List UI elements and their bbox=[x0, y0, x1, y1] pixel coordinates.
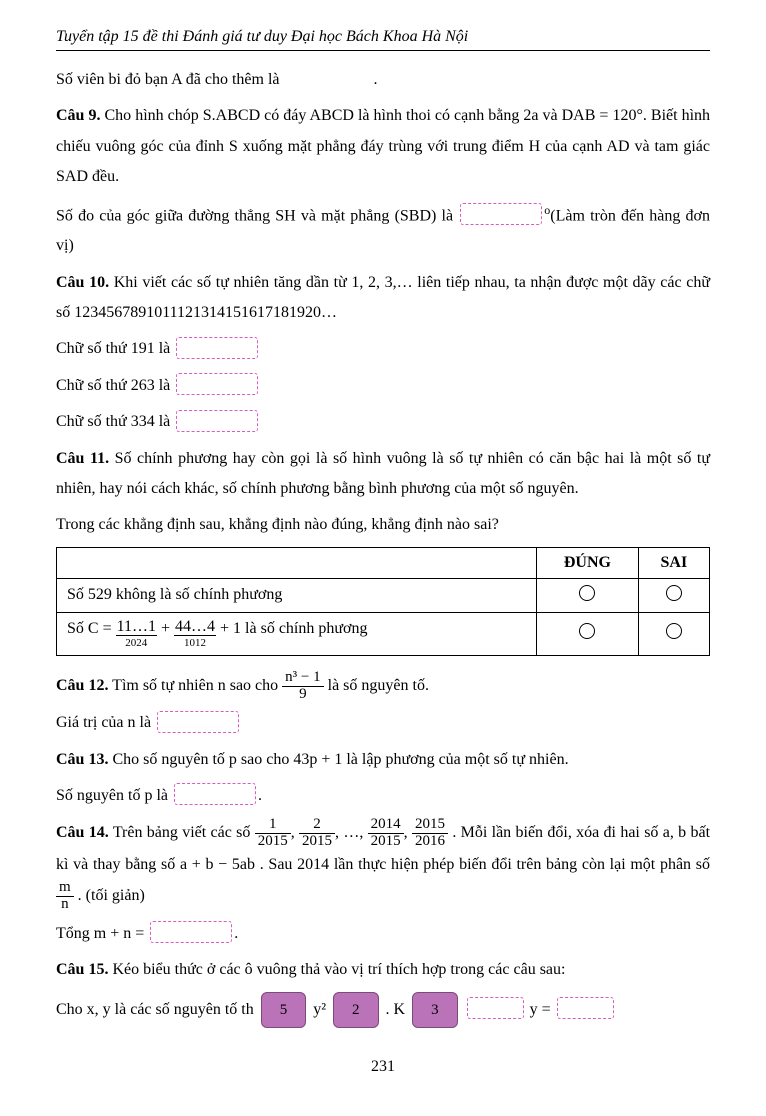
q10-r3: Chữ số thứ 334 là bbox=[56, 407, 710, 437]
q13-para2: Số nguyên tố p là . bbox=[56, 781, 710, 811]
q14-f3n: 2014 bbox=[368, 817, 404, 834]
q12-label: Câu 12. bbox=[56, 677, 108, 694]
q14-dots: , …, bbox=[335, 824, 368, 841]
q14-f4n: 2015 bbox=[412, 817, 448, 834]
q10-r2: Chữ số thứ 263 là bbox=[56, 371, 710, 401]
q11-row2-plus: + bbox=[157, 620, 174, 637]
header-rule bbox=[56, 50, 710, 51]
q15-blank1[interactable] bbox=[467, 997, 524, 1019]
q9-s1a: Cho hình chóp S.ABCD có đáy ABCD là hình… bbox=[100, 107, 561, 124]
q15-s2d: y = bbox=[530, 1001, 555, 1018]
radio-false-1[interactable] bbox=[666, 585, 682, 601]
q15-s2c: . K bbox=[386, 1001, 406, 1018]
q11-th-true: ĐÚNG bbox=[537, 547, 639, 578]
page-number: 231 bbox=[56, 1058, 710, 1076]
q11-para1: Câu 11. Số chính phương hay còn gọi là s… bbox=[56, 444, 710, 505]
q9-para1: Câu 9. Cho hình chóp S.ABCD có đáy ABCD … bbox=[56, 101, 710, 192]
q11-th-empty bbox=[57, 547, 537, 578]
radio-true-2[interactable] bbox=[579, 623, 595, 639]
q10-label: Câu 10. bbox=[56, 274, 109, 291]
q12-frac-num: n³ − 1 bbox=[282, 670, 323, 687]
q11-row2-pre: Số C = bbox=[67, 620, 116, 637]
q13-para1: Câu 13. Cho số nguyên tố p sao cho 43p +… bbox=[56, 745, 710, 775]
q10-blank1[interactable] bbox=[176, 337, 258, 359]
q10-s1: Khi viết các số tự nhiên tăng dần từ 1, … bbox=[56, 274, 710, 321]
q15-s1: Kéo biểu thức ở các ô vuông thả vào vị t… bbox=[108, 961, 565, 978]
q11-para2: Trong các khẳng định sau, khẳng định nào… bbox=[56, 510, 710, 540]
q12-s1a: Tìm số tự nhiên n sao cho bbox=[108, 677, 282, 694]
q11-ub1-top: 11…1 bbox=[116, 619, 157, 636]
q12-blank[interactable] bbox=[157, 711, 239, 733]
q15-s2a: Cho x, y là các số nguyên tố th bbox=[56, 1001, 254, 1018]
q11-label: Câu 11. bbox=[56, 450, 109, 467]
q14-f3d: 2015 bbox=[368, 834, 404, 850]
drag-token-3[interactable]: 3 bbox=[412, 992, 458, 1029]
q10-blank3[interactable] bbox=[176, 410, 258, 432]
q9-blank[interactable] bbox=[460, 203, 542, 225]
radio-false-2[interactable] bbox=[666, 623, 682, 639]
table-row: Số 529 không là số chính phương bbox=[57, 578, 710, 612]
q11-ub2-bot: 1012 bbox=[174, 636, 216, 649]
q11-s1: Số chính phương hay còn gọi là số hình v… bbox=[56, 450, 710, 497]
q13-s2: Số nguyên tố p là bbox=[56, 787, 168, 804]
q14-fmn-d: n bbox=[56, 897, 74, 913]
book-header: Tuyển tập 15 đề thi Đánh giá tư duy Đại … bbox=[56, 28, 710, 46]
q15-blank2[interactable] bbox=[557, 997, 614, 1019]
q10-r2-text: Chữ số thứ 263 là bbox=[56, 377, 170, 394]
q13-label: Câu 13. bbox=[56, 751, 108, 768]
q11-ub1-bot: 2024 bbox=[116, 636, 157, 649]
q11-ub2-top: 44…4 bbox=[174, 619, 216, 636]
q14-f2d: 2015 bbox=[299, 834, 335, 850]
q14-f1n: 1 bbox=[255, 817, 291, 834]
table-row: Số C = 11…12024 + 44…41012 + 1 là số chí… bbox=[57, 612, 710, 655]
q10-r1-text: Chữ số thứ 191 là bbox=[56, 340, 170, 357]
q14-para2: Tổng m + n = . bbox=[56, 919, 710, 949]
q11-row1-text: Số 529 không là số chính phương bbox=[57, 578, 537, 612]
q11-row2-text: Số C = 11…12024 + 44…41012 + 1 là số chí… bbox=[57, 612, 537, 655]
q14-blank[interactable] bbox=[150, 921, 232, 943]
q9-angle: DAB = 120° bbox=[562, 107, 643, 124]
q14-s2: Tổng m + n = bbox=[56, 925, 144, 942]
q14-f4d: 2016 bbox=[412, 834, 448, 850]
q12-s1b: là số nguyên tố. bbox=[324, 677, 429, 694]
q15-para2: Cho x, y là các số nguyên tố th 5 y² 2 .… bbox=[56, 992, 710, 1029]
radio-true-1[interactable] bbox=[579, 585, 595, 601]
q14-f1d: 2015 bbox=[255, 834, 291, 850]
q9-s2a: Số đo của góc giữa đường thẳng SH và mặt… bbox=[56, 207, 458, 224]
q14-label: Câu 14. bbox=[56, 824, 109, 841]
q14-s1c: . (tối giản) bbox=[74, 887, 145, 904]
q14-s1a: Trên bảng viết các số bbox=[109, 824, 255, 841]
q11-row2-suf: + 1 là số chính phương bbox=[216, 620, 367, 637]
q10-blank2[interactable] bbox=[176, 373, 258, 395]
intro-text: Số viên bi đỏ bạn A đã cho thêm là . bbox=[56, 65, 710, 95]
q11-table: ĐÚNG SAI Số 529 không là số chính phương… bbox=[56, 547, 710, 656]
q13-s1: Cho số nguyên tố p sao cho 43p + 1 là lậ… bbox=[108, 751, 568, 768]
q15-para1: Câu 15. Kéo biểu thức ở các ô vuông thả … bbox=[56, 955, 710, 985]
intro-line: Số viên bi đỏ bạn A đã cho thêm là bbox=[56, 71, 280, 88]
drag-token-5[interactable]: 5 bbox=[261, 992, 307, 1029]
q9-label: Câu 9. bbox=[56, 107, 100, 124]
q12-para2: Giá trị của n là bbox=[56, 708, 710, 738]
q14-f2n: 2 bbox=[299, 817, 335, 834]
q15-s2b: y² bbox=[313, 1001, 326, 1018]
q9-para2: Số đo của góc giữa đường thẳng SH và mặt… bbox=[56, 199, 710, 262]
q10-r3-text: Chữ số thứ 334 là bbox=[56, 413, 170, 430]
q10-r1: Chữ số thứ 191 là bbox=[56, 334, 710, 364]
q15-label: Câu 15. bbox=[56, 961, 108, 978]
q13-blank[interactable] bbox=[174, 783, 256, 805]
q10-para1: Câu 10. Khi viết các số tự nhiên tăng dầ… bbox=[56, 268, 710, 329]
q12-frac-den: 9 bbox=[282, 687, 323, 703]
q14-fmn-n: m bbox=[56, 880, 74, 897]
q12-s2: Giá trị của n là bbox=[56, 714, 151, 731]
q12-para1: Câu 12. Tìm số tự nhiên n sao cho n³ − 1… bbox=[56, 670, 710, 703]
drag-token-2[interactable]: 2 bbox=[333, 992, 379, 1029]
q14-para1: Câu 14. Trên bảng viết các số 12015, 220… bbox=[56, 817, 710, 912]
q11-th-false: SAI bbox=[638, 547, 709, 578]
